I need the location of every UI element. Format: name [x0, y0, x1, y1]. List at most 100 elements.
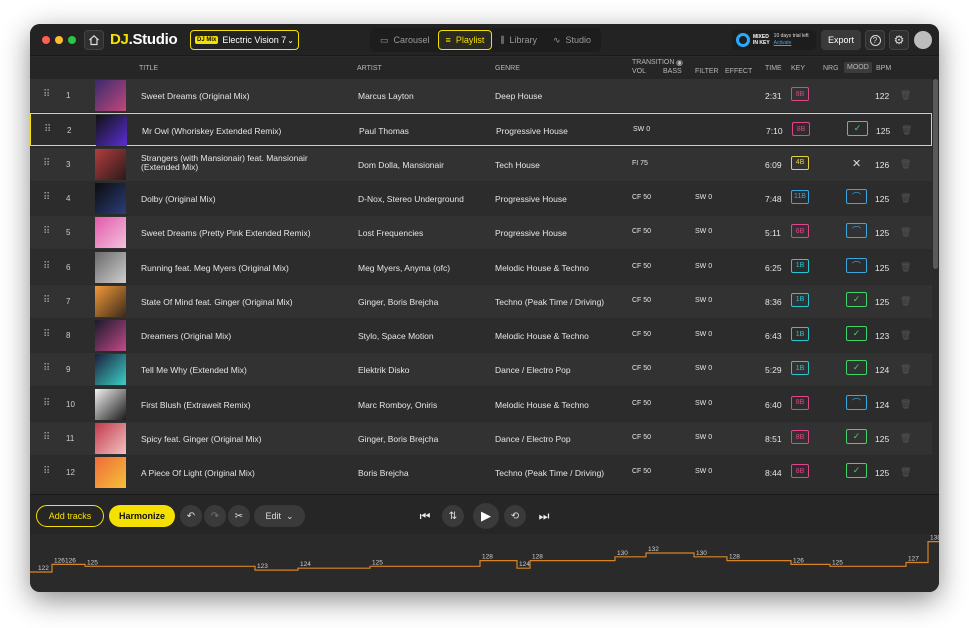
bpm-timeline[interactable]: 122 126 126 125 123 124 125 128 124 128 130 132 130 1… — [30, 534, 939, 592]
sync-button[interactable]: ⇅ — [442, 505, 464, 527]
col-artist[interactable]: ARTIST — [357, 65, 382, 72]
home-button[interactable] — [84, 30, 104, 50]
col-key[interactable]: KEY — [791, 65, 805, 72]
mood-wave-icon[interactable]: ⌒ — [846, 257, 867, 273]
col-title[interactable]: TITLE — [139, 65, 158, 72]
table-row[interactable]: ⠿ 1 Sweet Dreams (Original Mix) Marcus Layt… — [30, 79, 932, 112]
zoom-window-button[interactable] — [68, 36, 76, 44]
scrollbar[interactable] — [933, 79, 938, 269]
drag-handle-icon[interactable]: ⠿ — [43, 226, 50, 237]
transition-filter[interactable]: SW 0 — [695, 400, 712, 407]
export-button[interactable]: Export — [821, 30, 861, 50]
drag-handle-icon[interactable]: ⠿ — [43, 192, 50, 203]
minimize-window-button[interactable] — [55, 36, 63, 44]
trash-icon[interactable]: 🗑 — [900, 193, 911, 204]
transition-filter[interactable]: SW 0 — [695, 365, 712, 372]
col-mood[interactable]: MOOD — [844, 62, 872, 73]
drag-handle-icon[interactable]: ⠿ — [44, 124, 51, 135]
table-row[interactable]: ⠿ 2 Mr Owl (Whoriskey Extended Remix) Paul … — [30, 113, 932, 147]
tab-carousel[interactable]: ▭ Carousel — [372, 30, 438, 50]
transition-filter[interactable]: SW 0 — [695, 228, 712, 235]
drag-handle-icon[interactable]: ⠿ — [43, 329, 50, 340]
transition-filter[interactable]: SW 0 — [695, 331, 712, 338]
col-genre[interactable]: GENRE — [495, 65, 520, 72]
transition-filter[interactable]: SW 0 — [695, 434, 712, 441]
col-nrg[interactable]: NRG — [823, 65, 839, 72]
transition-vol[interactable]: CF 50 — [632, 194, 651, 201]
col-transition[interactable]: TRANSITION — [632, 59, 674, 66]
transition-vol[interactable]: CF 50 — [632, 365, 651, 372]
transition-filter[interactable]: SW 0 — [695, 263, 712, 270]
table-row[interactable]: ⠿ 3 Strangers (with Mansionair) feat. Mans… — [30, 147, 932, 181]
drag-handle-icon[interactable]: ⠿ — [43, 89, 50, 100]
table-row[interactable]: ⠿ 10 First Blush (Extraweit Remix) Marc Rom… — [30, 387, 932, 421]
transition-vol[interactable]: CF 50 — [632, 468, 651, 475]
transition-vol[interactable]: FI 75 — [632, 160, 648, 167]
undo-button[interactable]: ↶ — [180, 505, 202, 527]
trash-icon[interactable]: 🗑 — [901, 125, 912, 136]
drag-handle-icon[interactable]: ⠿ — [43, 261, 50, 272]
trash-icon[interactable]: 🗑 — [900, 90, 911, 101]
loop-button[interactable]: ⟲ — [504, 505, 526, 527]
mood-wave-icon[interactable]: ⌒ — [846, 223, 867, 239]
mood-wave-icon[interactable]: ⌒ — [846, 188, 867, 204]
transition-filter[interactable]: SW 0 — [695, 194, 712, 201]
harmonize-button[interactable]: Harmonize — [109, 505, 175, 527]
mood-check-icon[interactable]: ✓ — [847, 121, 868, 137]
mood-check-icon[interactable]: ✓ — [846, 463, 867, 479]
drag-handle-icon[interactable]: ⠿ — [43, 466, 50, 477]
transition-vol[interactable]: CF 50 — [632, 400, 651, 407]
help-button[interactable]: ? — [865, 30, 885, 50]
mood-check-icon[interactable]: ✓ — [846, 326, 867, 342]
trash-icon[interactable]: 🗑 — [900, 330, 911, 341]
mood-check-icon[interactable]: ✓ — [846, 291, 867, 307]
tab-studio[interactable]: ∿ Studio — [545, 30, 599, 50]
col-filter[interactable]: FILTER — [695, 68, 719, 75]
col-bpm[interactable]: BPM — [876, 65, 891, 72]
drag-handle-icon[interactable]: ⠿ — [43, 398, 50, 409]
avatar[interactable] — [914, 31, 932, 49]
trash-icon[interactable]: 🗑 — [900, 399, 911, 410]
table-row[interactable]: ⠿ 8 Dreamers (Original Mix) Stylo, Space Mo… — [30, 319, 932, 353]
table-row[interactable]: ⠿ 9 Tell Me Why (Extended Mix) Elektrik Dis… — [30, 353, 932, 387]
next-button[interactable]: ⏭ — [533, 505, 555, 527]
table-row[interactable]: ⠿ 11 Spicy feat. Ginger (Original Mix) Ging… — [30, 422, 932, 455]
transition-vol[interactable]: SW 0 — [633, 126, 650, 133]
col-time[interactable]: TIME — [765, 65, 782, 72]
tab-playlist[interactable]: ≡ Playlist — [437, 30, 493, 50]
drag-handle-icon[interactable]: ⠿ — [43, 363, 50, 374]
eye-icon[interactable]: ◉ — [676, 58, 683, 67]
trash-icon[interactable]: 🗑 — [900, 433, 911, 444]
mood-x-icon[interactable]: ✕ — [852, 157, 861, 170]
transition-vol[interactable]: CF 50 — [632, 228, 651, 235]
trash-icon[interactable]: 🗑 — [900, 296, 911, 307]
tab-library[interactable]: ⫼ Library — [492, 30, 545, 50]
activate-link[interactable]: Activate — [774, 40, 809, 47]
transition-vol[interactable]: CF 50 — [632, 263, 651, 270]
trash-icon[interactable]: 🗑 — [900, 262, 911, 273]
table-row[interactable]: ⠿ 6 Running feat. Meg Myers (Original Mix)… — [30, 250, 932, 284]
add-tracks-button[interactable]: Add tracks — [36, 505, 104, 527]
mixed-in-key-panel[interactable]: MIXED IN KEY 10 days trial left Activate — [732, 30, 816, 50]
table-row[interactable]: ⠿ 12 A Piece Of Light (Original Mix) Boris … — [30, 456, 932, 490]
col-effect[interactable]: EFFECT — [725, 68, 752, 75]
transition-vol[interactable]: CF 50 — [632, 434, 651, 441]
trash-icon[interactable]: 🗑 — [900, 364, 911, 375]
col-vol[interactable]: VOL — [632, 68, 646, 75]
cut-button[interactable]: ✂ — [228, 505, 250, 527]
mood-check-icon[interactable]: ✓ — [846, 429, 867, 444]
table-row[interactable]: ⠿ 7 State Of Mind feat. Ginger (Original M… — [30, 284, 932, 318]
mood-check-icon[interactable]: ✓ — [846, 360, 867, 376]
trash-icon[interactable]: 🗑 — [900, 159, 911, 170]
edit-menu-button[interactable]: Edit ⌄ — [254, 505, 305, 527]
drag-handle-icon[interactable]: ⠿ — [43, 158, 50, 169]
drag-handle-icon[interactable]: ⠿ — [43, 295, 50, 306]
mix-selector[interactable]: DJ Mix Electric Vision 7 ⌄ — [190, 30, 299, 50]
drag-handle-icon[interactable]: ⠿ — [43, 432, 50, 443]
transition-vol[interactable]: CF 50 — [632, 297, 651, 304]
table-row[interactable]: ⠿ 5 Sweet Dreams (Pretty Pink Extended Rem… — [30, 216, 932, 250]
trash-icon[interactable]: 🗑 — [900, 227, 911, 238]
previous-button[interactable]: ⏮ — [414, 505, 436, 527]
mood-wave-icon[interactable]: ⌒ — [846, 394, 867, 410]
redo-button[interactable]: ↷ — [204, 505, 226, 527]
